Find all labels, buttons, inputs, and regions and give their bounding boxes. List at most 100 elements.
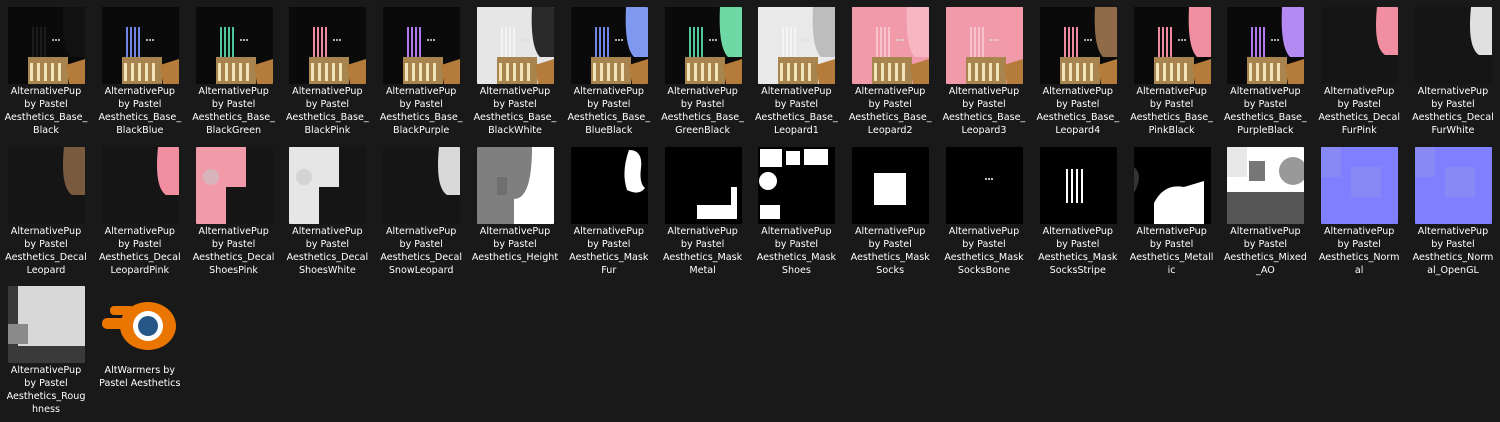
file-item[interactable]: AlternativePup by Pastel Aesthetics_Base… <box>190 1 278 141</box>
blender-file-icon <box>101 286 179 363</box>
file-name: AlternativePup by Pastel Aesthetics_Base… <box>286 86 369 136</box>
texture-thumbnail-icon <box>758 146 836 224</box>
texture-thumbnail-icon <box>1227 7 1305 84</box>
texture-thumbnail-icon <box>946 7 1023 84</box>
file-name: AlternativePup by Pastel Aesthetics_Roug… <box>6 365 86 415</box>
file-name: AlternativePup by Pastel Aesthetics_Mask… <box>850 225 930 276</box>
file-name: AlternativePup by Pastel Aesthetics_Base… <box>848 86 932 136</box>
file-item[interactable]: AlternativePup by Pastel Aesthetics_Base… <box>377 1 465 141</box>
file-name: AlternativePup by Pastel Aesthetics_Norm… <box>1318 225 1400 276</box>
file-item[interactable]: AlternativePup by Pastel Aesthetics_Base… <box>846 1 934 141</box>
file-name: AlternativePup by Pastel Aesthetics_Base… <box>98 86 182 136</box>
file-item[interactable]: AlternativePup by Pastel Aesthetics_Norm… <box>1315 141 1403 281</box>
file-name: AlternativePup by Pastel Aesthetics_Mask… <box>569 225 649 276</box>
file-name: AlternativePup by Pastel Aesthetics_Norm… <box>1412 225 1494 276</box>
file-item[interactable]: AlternativePup by Pastel Aesthetics_Base… <box>1034 1 1122 141</box>
file-name: AlternativePup by Pastel Aesthetics_Deca… <box>1412 86 1494 136</box>
file-item[interactable]: AlternativePup by Pastel Aesthetics_Roug… <box>2 280 90 420</box>
file-name: AlternativePup by Pastel Aesthetics_Mixe… <box>1223 225 1307 276</box>
file-item[interactable]: AlternativePup by Pastel Aesthetics_Mask… <box>940 141 1028 281</box>
file-item[interactable]: AlternativePup by Pastel Aesthetics_Deca… <box>283 141 371 281</box>
file-item[interactable]: AlternativePup by Pastel Aesthetics_Base… <box>96 1 184 141</box>
texture-thumbnail-icon <box>1039 7 1117 84</box>
texture-thumbnail-icon <box>946 146 1023 224</box>
file-name: AlternativePup by Pastel Aesthetics_Base… <box>1224 86 1307 136</box>
file-item[interactable]: AlternativePup by Pastel Aesthetics_Base… <box>2 1 90 141</box>
texture-thumbnail-icon <box>1039 146 1117 224</box>
file-name: AlternativePup by Pastel Aesthetics_Deca… <box>380 225 463 276</box>
texture-thumbnail-icon <box>8 146 85 224</box>
texture-thumbnail-icon <box>852 146 930 224</box>
file-item[interactable]: AlternativePup by Pastel Aesthetics_Deca… <box>190 141 278 281</box>
texture-thumbnail-icon <box>852 7 930 84</box>
file-item[interactable]: AlternativePup by Pastel Aesthetics_Base… <box>1128 1 1216 141</box>
file-name: AlternativePup by Pastel Aesthetics_Deca… <box>1318 86 1401 136</box>
texture-thumbnail-icon <box>664 146 742 224</box>
texture-thumbnail-icon <box>1415 146 1492 224</box>
file-item[interactable]: AlternativePup by Pastel Aesthetics_Deca… <box>2 141 90 281</box>
texture-thumbnail-icon <box>1133 7 1211 84</box>
file-item[interactable]: AlternativePup by Pastel Aesthetics_Mask… <box>846 141 934 281</box>
file-name: AlternativePup by Pastel Aesthetics_Deca… <box>286 225 369 276</box>
file-name: AltWarmers by Pastel Aesthetics <box>99 365 181 389</box>
file-name: AlternativePup by Pastel Aesthetics_Base… <box>1036 86 1120 136</box>
texture-thumbnail-icon <box>383 7 461 84</box>
texture-thumbnail-icon <box>101 146 179 224</box>
file-item[interactable]: AlternativePup by Pastel Aesthetics_Base… <box>283 1 371 141</box>
file-item[interactable]: AlternativePup by Pastel Aesthetics_Mask… <box>752 141 840 281</box>
file-item[interactable]: AlternativePup by Pastel Aesthetics_Meta… <box>1128 141 1216 281</box>
file-name: AlternativePup by Pastel Aesthetics_Mask… <box>944 225 1024 276</box>
texture-thumbnail-icon <box>570 7 648 84</box>
texture-thumbnail-icon <box>477 146 554 224</box>
file-item[interactable]: AlternativePup by Pastel Aesthetics_Base… <box>659 1 747 141</box>
file-name: AlternativePup by Pastel Aesthetics_Mask… <box>756 225 837 276</box>
texture-thumbnail-icon <box>1321 146 1399 224</box>
texture-thumbnail-icon <box>1133 146 1211 224</box>
file-item[interactable]: AlternativePup by Pastel Aesthetics_Base… <box>752 1 840 141</box>
file-name: AlternativePup by Pastel Aesthetics_Deca… <box>5 225 87 276</box>
file-item[interactable]: AlternativePup by Pastel Aesthetics_Deca… <box>1409 1 1497 141</box>
file-item[interactable]: AlternativePup by Pastel Aesthetics_Deca… <box>1315 1 1403 141</box>
file-item[interactable]: AlternativePup by Pastel Aesthetics_Mixe… <box>1221 141 1309 281</box>
file-name: AlternativePup by Pastel Aesthetics_Base… <box>755 86 838 136</box>
file-item[interactable]: AlternativePup by Pastel Aesthetics_Mask… <box>659 141 747 281</box>
file-name: AlternativePup by Pastel Aesthetics_Base… <box>4 86 88 136</box>
texture-thumbnail-icon <box>570 146 648 224</box>
file-item[interactable]: AlternativePup by Pastel Aesthetics_Deca… <box>96 141 184 281</box>
texture-thumbnail-icon <box>195 146 273 224</box>
texture-thumbnail-icon <box>289 7 367 84</box>
file-item[interactable]: AlternativePup by Pastel Aesthetics_Base… <box>471 1 559 141</box>
file-item[interactable]: AlternativePup by Pastel Aesthetics_Base… <box>940 1 1028 141</box>
file-name: AlternativePup by Pastel Aesthetics_Mask… <box>1038 225 1118 276</box>
texture-thumbnail-icon <box>1227 146 1305 224</box>
texture-thumbnail-icon <box>664 7 742 84</box>
file-item[interactable]: AlternativePup by Pastel Aesthetics_Norm… <box>1409 141 1497 281</box>
file-item[interactable]: AlternativePup by Pastel Aesthetics_Deca… <box>377 141 465 281</box>
file-name: AlternativePup by Pastel Aesthetics_Heig… <box>471 225 559 263</box>
file-name: AlternativePup by Pastel Aesthetics_Mask… <box>662 225 743 276</box>
file-item[interactable]: AlternativePup by Pastel Aesthetics_Base… <box>1221 1 1309 141</box>
file-item[interactable]: AlternativePup by Pastel Aesthetics_Mask… <box>565 141 653 281</box>
file-item[interactable]: AltWarmers by Pastel Aesthetics <box>96 280 184 420</box>
file-item[interactable]: AlternativePup by Pastel Aesthetics_Base… <box>565 1 653 141</box>
file-name: AlternativePup by Pastel Aesthetics_Base… <box>473 86 557 136</box>
file-name: AlternativePup by Pastel Aesthetics_Base… <box>379 86 463 136</box>
file-item[interactable]: AlternativePup by Pastel Aesthetics_Mask… <box>1034 141 1122 281</box>
file-item[interactable]: AlternativePup by Pastel Aesthetics_Heig… <box>471 141 559 281</box>
file-name: AlternativePup by Pastel Aesthetics_Deca… <box>192 225 275 276</box>
file-name: AlternativePup by Pastel Aesthetics_Base… <box>1130 86 1213 136</box>
file-name: AlternativePup by Pastel Aesthetics_Deca… <box>98 225 181 276</box>
texture-thumbnail-icon <box>1415 7 1492 84</box>
texture-thumbnail-icon <box>8 7 85 84</box>
texture-thumbnail-icon <box>383 146 461 224</box>
file-name: AlternativePup by Pastel Aesthetics_Base… <box>567 86 651 136</box>
texture-thumbnail-icon <box>8 286 85 363</box>
texture-thumbnail-icon <box>1321 7 1399 84</box>
texture-thumbnail-icon <box>101 7 179 84</box>
file-name: AlternativePup by Pastel Aesthetics_Meta… <box>1129 225 1214 276</box>
texture-thumbnail-icon <box>477 7 554 84</box>
file-name: AlternativePup by Pastel Aesthetics_Base… <box>942 86 1026 136</box>
file-grid: AlternativePup by Pastel Aesthetics_Base… <box>0 0 1500 422</box>
file-name: AlternativePup by Pastel Aesthetics_Base… <box>192 86 275 136</box>
texture-thumbnail-icon <box>289 146 367 224</box>
